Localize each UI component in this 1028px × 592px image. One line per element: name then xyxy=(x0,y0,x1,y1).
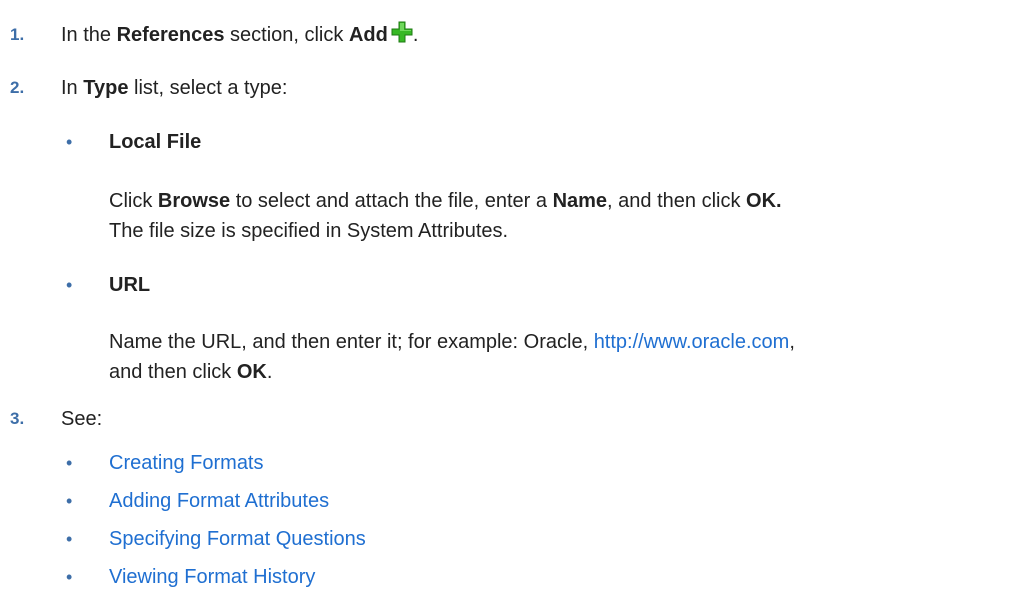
type-title: Local File xyxy=(109,131,202,153)
bullet-icon: • xyxy=(66,275,73,295)
step-text: In the References section, click Add . xyxy=(61,20,418,50)
step-3: 3. See: xyxy=(0,404,1028,434)
step-text: See: xyxy=(61,408,103,430)
references-label: References xyxy=(116,24,225,46)
link-specifying-format-questions[interactable]: Specifying Format Questions xyxy=(109,524,366,554)
type-description-url: Name the URL, and then enter it; for exa… xyxy=(109,331,795,383)
type-label: Type xyxy=(83,77,129,99)
step-number: 3. xyxy=(10,409,25,428)
link-creating-formats[interactable]: Creating Formats xyxy=(109,448,264,478)
type-description-local-file: Click Browse to select and attach the fi… xyxy=(109,190,782,242)
step-text: In Type list, select a type: xyxy=(61,77,288,99)
type-title: URL xyxy=(109,274,151,296)
browse-label: Browse xyxy=(157,190,231,212)
name-label: Name xyxy=(552,190,608,212)
bullet-icon: • xyxy=(66,132,73,152)
ok-label: OK. xyxy=(746,190,782,212)
bullet-icon: • xyxy=(66,491,73,511)
ok-label: OK xyxy=(236,361,267,383)
bullet-icon: • xyxy=(66,453,73,473)
step-1: 1. In the References section, click Add … xyxy=(0,20,1028,50)
procedure-document: 1. In the References section, click Add … xyxy=(0,0,1028,592)
green-plus-add-icon xyxy=(391,21,413,43)
link-adding-format-attributes[interactable]: Adding Format Attributes xyxy=(109,486,329,516)
step-number: 1. xyxy=(10,25,25,44)
bullet-icon: • xyxy=(66,529,73,549)
add-label: Add xyxy=(348,24,388,46)
bullet-icon: • xyxy=(66,567,73,587)
step-2: 2. In Type list, select a type: xyxy=(0,73,1028,103)
link-viewing-format-history[interactable]: Viewing Format History xyxy=(109,562,315,592)
step-number: 2. xyxy=(10,78,25,97)
oracle-url-link[interactable]: http://www.oracle.com xyxy=(594,331,790,353)
